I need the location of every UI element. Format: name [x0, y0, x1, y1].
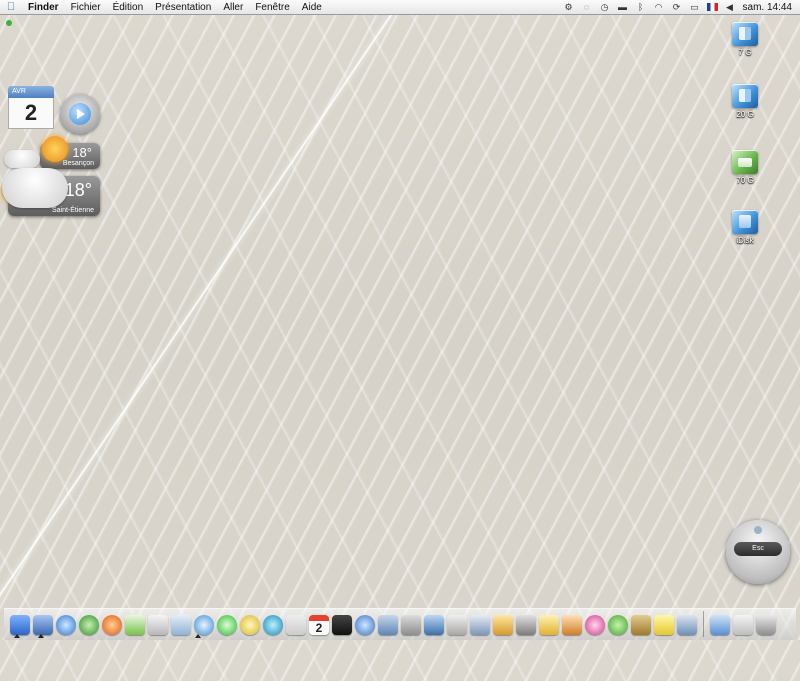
app-icon-box[interactable]	[631, 615, 651, 635]
weather-temp: 18°	[64, 180, 92, 200]
safari-icon[interactable]	[56, 615, 76, 635]
battery-icon[interactable]: ▬	[614, 2, 632, 12]
menu-presentation[interactable]: Présentation	[149, 2, 217, 13]
imovie-icon[interactable]	[332, 615, 352, 635]
finder-icon[interactable]	[10, 615, 30, 635]
mail-icon[interactable]	[171, 615, 191, 635]
weather-city: Besançon	[62, 160, 94, 167]
preview-icon[interactable]	[470, 615, 490, 635]
menu-fenetre[interactable]: Fenêtre	[249, 2, 295, 13]
desktop-icon-idisk[interactable]: iDisk	[715, 210, 775, 245]
remote-indicator	[754, 526, 762, 534]
home-drive-icon	[732, 150, 758, 174]
external-drive-icon	[732, 84, 758, 108]
stickies-icon[interactable]	[654, 615, 674, 635]
menu-clock[interactable]: sam. 14:44	[739, 2, 800, 13]
wallpaper-feather-spine	[0, 0, 402, 681]
app-icon-brush[interactable]	[562, 615, 582, 635]
calendar-widget[interactable]: AVR 2	[8, 86, 54, 134]
menu-app-finder[interactable]: Finder	[22, 2, 65, 13]
desktop-icon-label: iDisk	[736, 236, 754, 245]
app-icon-green[interactable]	[608, 615, 628, 635]
dock: 2	[4, 608, 796, 640]
trash-icon[interactable]	[756, 615, 776, 635]
external-drive-icon	[732, 22, 758, 46]
itunes-icon[interactable]	[125, 615, 145, 635]
app-icon-blue[interactable]	[424, 615, 444, 635]
dock-separator	[703, 611, 704, 637]
chat-bubble-icon[interactable]: ◌	[578, 2, 596, 12]
apple-menu-icon[interactable]: 	[0, 1, 22, 13]
ipod-icon[interactable]	[148, 615, 168, 635]
weather-temp: 18°	[72, 145, 92, 160]
remote-control-widget[interactable]: Esc	[726, 520, 790, 584]
desktop-icon-70g[interactable]: 70 G	[715, 150, 775, 185]
skype-icon[interactable]	[217, 615, 237, 635]
wifi-icon[interactable]: ◠	[650, 2, 668, 13]
app-icon-pencil[interactable]	[539, 615, 559, 635]
timer-icon[interactable]: ◷	[596, 2, 614, 13]
sun-icon	[42, 136, 68, 162]
esc-button[interactable]: Esc	[734, 542, 782, 556]
cloud-icon	[4, 150, 40, 168]
itunes-widget[interactable]	[60, 94, 100, 134]
bluetooth-icon[interactable]: ᛒ	[632, 2, 650, 12]
app-icon-yellow[interactable]	[240, 615, 260, 635]
desktop-icon-label: 7 G	[738, 48, 752, 57]
iphoto-icon[interactable]	[378, 615, 398, 635]
app-icon-amber[interactable]	[493, 615, 513, 635]
idisk-icon	[732, 210, 758, 234]
running-indicator-icon	[195, 634, 201, 638]
weather-city: Saint-Étienne	[51, 207, 94, 214]
desktop-icon-7g[interactable]: 7 G	[715, 22, 775, 57]
menu-aide[interactable]: Aide	[296, 2, 328, 13]
status-green-dot	[6, 20, 12, 26]
system-prefs-icon[interactable]	[79, 615, 99, 635]
cloud-icon	[2, 168, 68, 208]
app-icon-dashboard[interactable]	[33, 615, 53, 635]
quicktime-icon[interactable]	[355, 615, 375, 635]
menu-edition[interactable]: Édition	[107, 2, 150, 13]
running-indicator-icon	[14, 634, 20, 638]
menu-fichier[interactable]: Fichier	[65, 2, 107, 13]
app-icon-generic[interactable]	[286, 615, 306, 635]
menu-extras: ⚙ ◌ ◷ ▬ ᛒ ◠ ⟳ ▭ ◀ sam. 14:44	[560, 2, 800, 13]
flower-icon[interactable]	[585, 615, 605, 635]
calculator-icon[interactable]	[516, 615, 536, 635]
menu-aller[interactable]: Aller	[217, 2, 249, 13]
display-icon[interactable]: ▭	[686, 2, 704, 13]
app-icon-document[interactable]	[677, 615, 697, 635]
calendar-month: AVR	[8, 86, 54, 98]
desktop-icon-label: 70 G	[736, 176, 754, 185]
volume-icon[interactable]: ◀	[721, 2, 739, 13]
ichat-icon[interactable]	[194, 615, 214, 635]
play-icon[interactable]	[69, 103, 91, 125]
french-flag-icon[interactable]	[706, 3, 718, 11]
document-stack-icon[interactable]	[733, 615, 753, 635]
calendar-day: 2	[8, 98, 54, 129]
desktop-icon-20g[interactable]: 20 G	[715, 84, 775, 119]
globe-icon[interactable]	[263, 615, 283, 635]
folder-icon[interactable]	[710, 615, 730, 635]
ical-icon[interactable]: 2	[309, 615, 329, 635]
desktop-icon-label: 20 G	[736, 110, 754, 119]
apple-icon[interactable]	[401, 615, 421, 635]
sync-icon[interactable]: ⟳	[668, 2, 686, 13]
app-icon-silver[interactable]	[447, 615, 467, 635]
running-indicator-icon	[38, 634, 44, 638]
gear-icon[interactable]: ⚙	[560, 2, 578, 13]
menu-bar:  Finder Fichier Édition Présentation Al…	[0, 0, 800, 15]
firefox-icon[interactable]	[102, 615, 122, 635]
